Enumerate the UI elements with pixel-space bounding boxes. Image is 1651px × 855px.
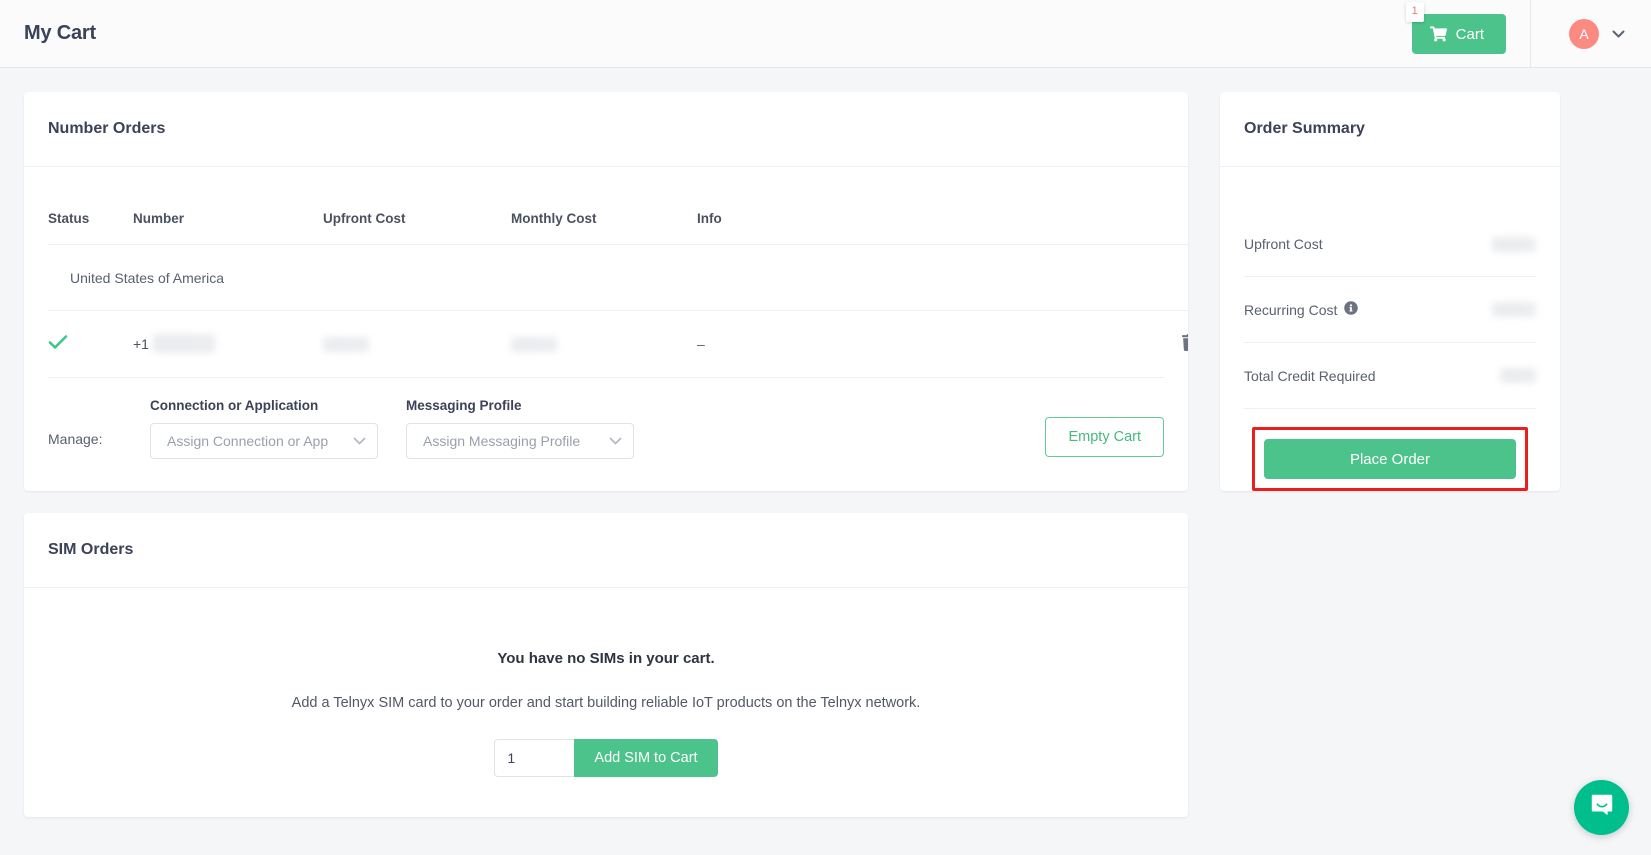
trash-icon <box>1182 333 1188 354</box>
cart-badge: 1 <box>1405 2 1424 22</box>
sim-add-form: Add SIM to Cart <box>48 738 1164 777</box>
chat-launcher-button[interactable] <box>1574 780 1629 835</box>
top-bar-right: 1 Cart A <box>1405 0 1651 68</box>
sim-empty-heading: You have no SIMs in your cart. <box>497 649 715 667</box>
sim-orders-title: SIM Orders <box>48 540 134 558</box>
summary-label-recurring-cost: Recurring Cost <box>1244 301 1359 318</box>
messaging-field-label: Messaging Profile <box>406 397 522 413</box>
column-header-info: Info <box>697 211 722 226</box>
summary-label-total-credit: Total Credit Required <box>1244 367 1376 384</box>
number-orders-title: Number Orders <box>48 120 166 137</box>
number-orders-table-area: Status Number Upfront Cost Monthly Cost … <box>24 167 1188 377</box>
order-summary-header: Order Summary <box>1220 92 1560 167</box>
row-status-cell <box>48 310 133 377</box>
connection-field-group: Connection or Application Assign Connect… <box>150 398 378 459</box>
shopping-cart-icon <box>1429 26 1447 42</box>
help-circle-icon[interactable] <box>1344 301 1359 318</box>
messaging-profile-select-value: Assign Messaging Profile <box>423 432 581 449</box>
row-upfront-cost-cell <box>323 310 511 377</box>
empty-cart-button[interactable]: Empty Cart <box>1045 416 1164 457</box>
row-info-cell: – <box>697 310 1117 377</box>
column-header-actions <box>1117 211 1188 245</box>
column-header-monthly-cost: Monthly Cost <box>511 211 597 226</box>
sim-orders-header: SIM Orders <box>24 513 1188 588</box>
connection-field-label: Connection or Application <box>150 397 319 413</box>
redacted-upfront-cost <box>323 337 369 353</box>
row-action-cell <box>1117 310 1188 377</box>
user-menu[interactable]: A <box>1531 19 1651 49</box>
summary-label-recurring-cost-text: Recurring Cost <box>1244 301 1338 318</box>
redacted-phone-number <box>152 334 215 354</box>
summary-label-upfront-cost: Upfront Cost <box>1244 236 1323 252</box>
right-column: Order Summary Upfront Cost Recurring Cos… <box>1220 92 1560 491</box>
chat-bubble-icon <box>1589 792 1615 823</box>
table-country-row: United States of America <box>48 244 1188 311</box>
delete-row-button[interactable] <box>1182 333 1188 354</box>
sim-orders-card: SIM Orders You have no SIMs in your cart… <box>24 512 1188 817</box>
number-orders-card: Number Orders Status Number Upfront Cost… <box>24 92 1188 491</box>
table-row: +1 – <box>48 310 1188 377</box>
order-summary-body: Upfront Cost Recurring Cost Total Credit… <box>1220 167 1560 491</box>
row-monthly-cost-cell <box>511 310 697 377</box>
order-summary-title: Order Summary <box>1244 120 1365 137</box>
number-orders-header: Number Orders <box>24 92 1188 167</box>
cart-button-wrapper: 1 Cart <box>1405 2 1506 54</box>
sim-quantity-input[interactable] <box>494 738 575 777</box>
cart-button[interactable]: Cart <box>1411 14 1506 54</box>
page-title: My Cart <box>24 22 96 44</box>
chevron-down-icon <box>609 432 622 450</box>
manage-label: Manage: <box>48 430 103 447</box>
summary-row-upfront-cost: Upfront Cost <box>1244 211 1536 277</box>
column-header-number: Number <box>133 211 185 226</box>
connection-select[interactable]: Assign Connection or App <box>150 422 378 459</box>
sim-empty-subtext: Add a Telnyx SIM card to your order and … <box>291 694 921 711</box>
country-label: United States of America <box>48 244 1188 311</box>
place-order-highlight: Place Order <box>1252 427 1528 491</box>
number-orders-table: Status Number Upfront Cost Monthly Cost … <box>48 211 1188 377</box>
left-column: Number Orders Status Number Upfront Cost… <box>24 92 1188 817</box>
cart-button-label: Cart <box>1455 25 1484 43</box>
check-icon[interactable] <box>48 334 133 353</box>
main-layout: Number Orders Status Number Upfront Cost… <box>0 68 1651 817</box>
sim-orders-body: You have no SIMs in your cart. Add a Tel… <box>24 588 1188 817</box>
redacted-summary-total-credit <box>1500 368 1536 383</box>
messaging-profile-select[interactable]: Assign Messaging Profile <box>406 422 634 459</box>
connection-select-value: Assign Connection or App <box>167 432 329 449</box>
summary-row-recurring-cost: Recurring Cost <box>1244 277 1536 343</box>
add-sim-to-cart-button[interactable]: Add SIM to Cart <box>574 738 718 777</box>
order-summary-card: Order Summary Upfront Cost Recurring Cos… <box>1220 92 1560 491</box>
place-order-button[interactable]: Place Order <box>1264 439 1516 479</box>
top-bar: My Cart 1 Cart A <box>0 0 1651 68</box>
column-header-upfront-cost: Upfront Cost <box>323 211 406 226</box>
messaging-field-group: Messaging Profile Assign Messaging Profi… <box>406 398 634 459</box>
table-header-row: Status Number Upfront Cost Monthly Cost … <box>48 211 1188 245</box>
chevron-down-icon <box>353 432 366 450</box>
summary-row-total-credit: Total Credit Required <box>1244 343 1536 409</box>
column-header-status: Status <box>48 211 90 226</box>
redacted-monthly-cost <box>511 337 557 353</box>
redacted-summary-upfront-cost <box>1492 236 1536 252</box>
manage-row: Manage: Connection or Application Assign… <box>48 376 1164 491</box>
avatar: A <box>1569 19 1599 49</box>
row-number-cell: +1 <box>133 310 323 377</box>
chevron-down-icon <box>1612 25 1625 43</box>
redacted-summary-recurring-cost <box>1492 302 1536 317</box>
number-prefix: +1 <box>133 335 149 352</box>
